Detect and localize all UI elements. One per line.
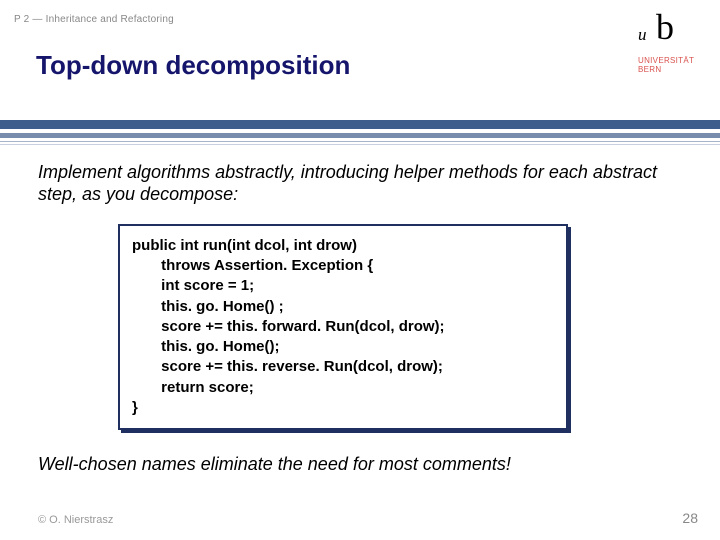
code-line: int score = 1; [132,276,554,296]
code-box: public int run(int dcol, int drow) throw… [118,224,568,430]
code-line: score += this. forward. Run(dcol, drow); [132,317,554,337]
footer: © O. Nierstrasz 28 [38,514,698,526]
page-number: 28 [682,510,698,526]
header: P 2 — Inheritance and Refactoring Top-do… [0,0,720,120]
copyright: © O. Nierstrasz [38,514,113,526]
code-line: this. go. Home() ; [132,297,554,317]
code-line: public int run(int dcol, int drow) [132,236,554,256]
content: Implement algorithms abstractly, introdu… [38,162,682,475]
code-line: throws Assertion. Exception { [132,256,554,276]
code-line: return score; [132,378,554,398]
logo-b-char: b [656,6,674,48]
commentary-text: Well-chosen names eliminate the need for… [38,454,682,475]
logo-u-char: u [638,25,647,45]
lead-text: Implement algorithms abstractly, introdu… [38,162,682,206]
breadcrumb: P 2 — Inheritance and Refactoring [14,14,174,25]
code-line: this. go. Home(); [132,337,554,357]
code-line: score += this. reverse. Run(dcol, drow); [132,357,554,377]
divider-bars [0,120,720,148]
logo-line2: BERN [638,65,698,74]
university-logo: u b UNIVERSITÄT BERN [620,6,698,116]
code-line: } [132,398,554,418]
logo-line1: UNIVERSITÄT [638,56,698,65]
page-title: Top-down decomposition [36,50,350,81]
